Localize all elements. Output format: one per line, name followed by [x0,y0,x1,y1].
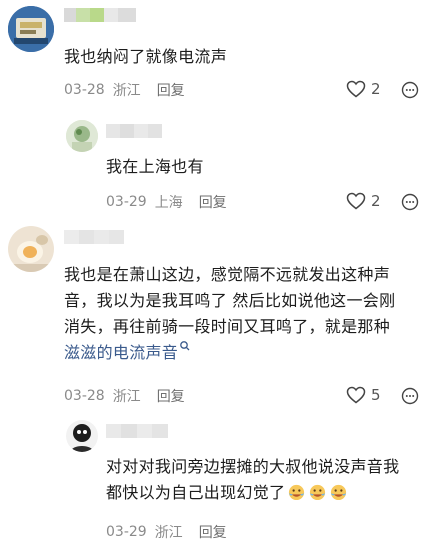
username-blurred[interactable] [64,230,124,244]
comment-date: 03-28 [64,82,105,98]
more-options-icon[interactable] [401,387,419,405]
like-count: 5 [371,386,381,404]
comment-date: 03-28 [64,388,105,404]
search-link[interactable]: 滋滋的电流声音 [64,343,178,362]
avatar[interactable] [66,420,98,452]
username-blurred[interactable] [106,424,168,438]
comment-location: 上海 [154,195,183,211]
reply-button[interactable]: 回复 [157,386,185,406]
comment-location: 浙江 [154,525,183,541]
heart-icon [346,192,366,210]
reply-button[interactable]: 回复 [199,192,227,212]
comment-text: 我也纳闷了就像电流声 [64,47,228,66]
comment-3: 我也是在萧山这边，感觉隔不远就发出这种声 音，我以为是我耳鸣了 然后比如说他这一… [0,220,440,410]
heart-icon [346,80,366,98]
comment-2: 我在上海也有 03-29 上海 回复 2 [0,110,440,220]
comment-text-line-4: 滋滋的电流声音 [64,340,191,366]
comment-text: 我在上海也有 [106,157,204,176]
comment-meta: 03-29 上海 回复 [106,192,227,212]
comment-location: 浙江 [112,83,141,99]
reply-button[interactable]: 回复 [199,522,227,542]
comment-1: 我也纳闷了就像电流声 03-28 浙江 回复 2 [0,0,440,110]
avatar[interactable] [66,120,98,152]
comment-4: 对对对我问旁边摆摊的大叔他说没声音我 都快以为自己出现幻觉了 03-29 浙江 … [0,410,440,550]
comment-text-line-1: 我也是在萧山这边，感觉隔不远就发出这种声 [64,265,391,284]
comment-date: 03-29 [106,194,147,210]
laugh-cry-emoji-icon [331,484,347,501]
like-button[interactable]: 2 [346,192,381,210]
comment-text-line-1: 对对对我问旁边摆摊的大叔他说没声音我 [106,457,400,476]
comment-meta: 03-28 浙江 回复 [64,80,185,100]
like-count: 2 [371,192,381,210]
username-blurred[interactable] [64,8,136,22]
reply-button[interactable]: 回复 [157,80,185,100]
heart-icon [346,386,366,404]
comment-text-line-3: 消失，再往前骑一段时间又耳鸣了，就是那种 [64,317,391,336]
like-button[interactable]: 2 [346,80,381,98]
more-options-icon[interactable] [401,193,419,211]
comment-date: 03-29 [106,524,147,540]
search-icon[interactable] [179,340,191,352]
comment-text-line-2-content: 都快以为自己出现幻觉了 [106,483,286,502]
comment-meta: 03-29 浙江 回复 [106,522,227,542]
laugh-cry-emoji-icon [289,484,305,501]
comment-text-line-2: 音，我以为是我耳鸣了 然后比如说他这一会刚 [64,291,396,310]
avatar[interactable] [8,6,54,52]
more-options-icon[interactable] [401,81,419,99]
username-blurred[interactable] [106,124,162,138]
like-button[interactable]: 5 [346,386,381,404]
laugh-cry-emoji-icon [310,484,326,501]
like-count: 2 [371,80,381,98]
comment-location: 浙江 [112,389,141,405]
comment-text-line-2: 都快以为自己出现幻觉了 [106,480,348,506]
comment-meta: 03-28 浙江 回复 [64,386,185,406]
avatar[interactable] [8,226,54,272]
